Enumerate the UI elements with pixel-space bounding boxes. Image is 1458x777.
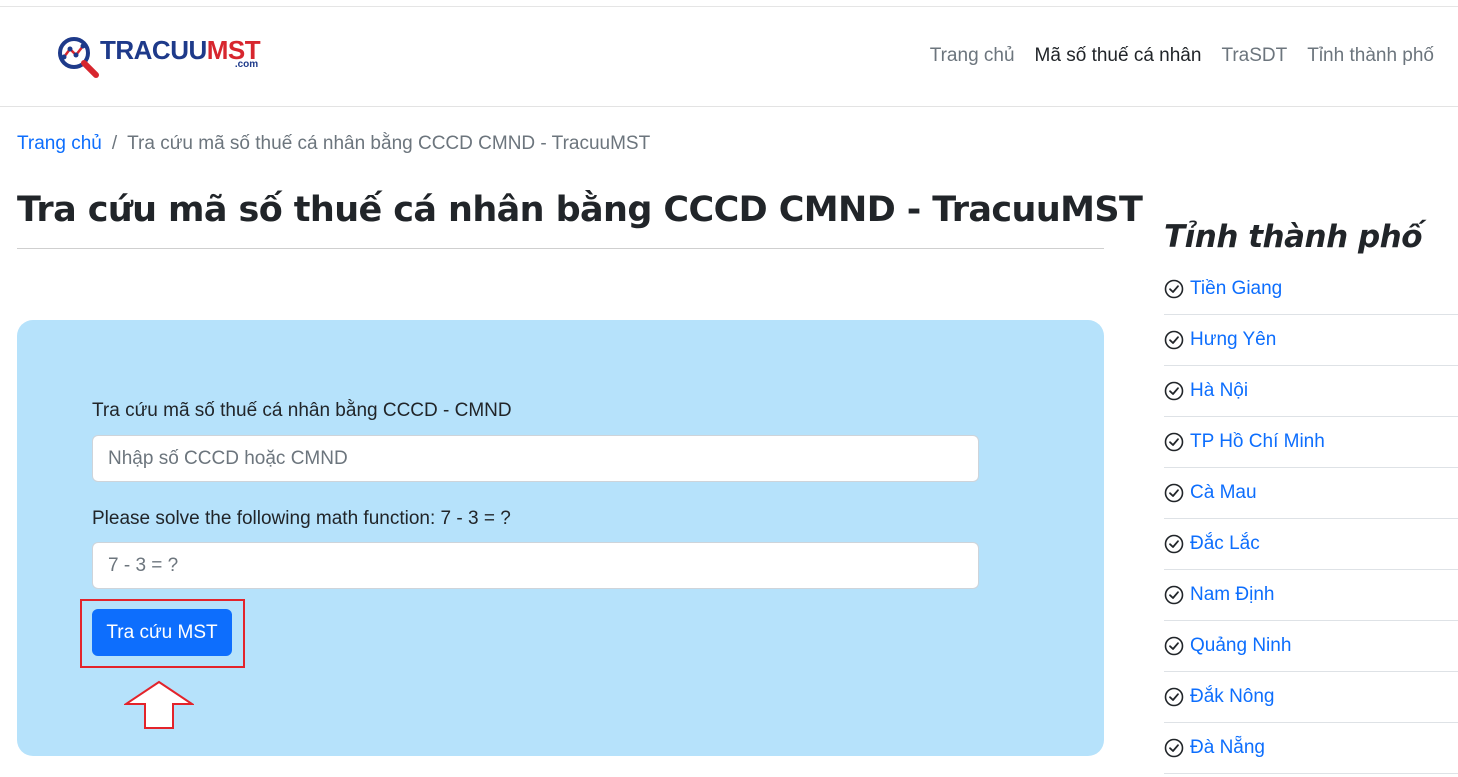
province-link[interactable]: Đắc Lắc (1190, 533, 1260, 555)
logo-wordmark: TRACUUMST .com (100, 35, 261, 70)
province-link[interactable]: Hà Nội (1190, 380, 1248, 402)
page-title: Tra cứu mã số thuế cá nhân bằng CCCD CMN… (17, 190, 1143, 230)
site-logo[interactable]: TRACUUMST .com (56, 35, 261, 79)
province-item[interactable]: Cà Mau (1164, 468, 1458, 519)
sidebar-title: Tỉnh thành phố (1164, 219, 1423, 255)
province-item[interactable]: Nam Định (1164, 570, 1458, 621)
site-header: TRACUUMST .com Trang chủ Mã số thuế cá n… (0, 7, 1458, 107)
province-link[interactable]: Hưng Yên (1190, 329, 1276, 351)
check-circle-icon (1164, 738, 1184, 758)
province-link[interactable]: TP Hồ Chí Minh (1190, 431, 1325, 453)
nav-item-home[interactable]: Trang chủ (920, 41, 1025, 71)
province-item[interactable]: Tiền Giang (1164, 264, 1458, 315)
province-item[interactable]: Quảng Ninh (1164, 621, 1458, 672)
province-item[interactable]: Đắk Nông (1164, 672, 1458, 723)
main-nav: Trang chủ Mã số thuế cá nhân TraSDT Tỉnh… (920, 41, 1444, 71)
province-item[interactable]: TP Hồ Chí Minh (1164, 417, 1458, 468)
captcha-label: Please solve the following math function… (92, 508, 511, 529)
province-item[interactable]: Đà Nẵng (1164, 723, 1458, 774)
province-item[interactable]: Hà Nội (1164, 366, 1458, 417)
logo-text-domain: .com (234, 59, 259, 70)
check-circle-icon (1164, 381, 1184, 401)
check-circle-icon (1164, 432, 1184, 452)
captcha-input[interactable] (92, 542, 979, 589)
nav-item-trasdt[interactable]: TraSDT (1211, 41, 1297, 71)
province-list: Tiền Giang Hưng Yên Hà Nội TP Hồ Chí Min… (1164, 264, 1458, 774)
magnifier-chart-icon (58, 37, 99, 78)
check-circle-icon (1164, 483, 1184, 503)
logo-text-tracuu: TRACUU (100, 35, 207, 65)
province-link[interactable]: Đắk Nông (1190, 686, 1275, 708)
breadcrumb-current: Tra cứu mã số thuế cá nhân bằng CCCD CMN… (127, 133, 651, 154)
breadcrumb-separator: / (111, 133, 118, 154)
nav-item-provinces[interactable]: Tỉnh thành phố (1297, 41, 1444, 71)
check-circle-icon (1164, 534, 1184, 554)
id-number-input[interactable] (92, 435, 979, 482)
up-arrow-icon (124, 680, 194, 729)
province-link[interactable]: Nam Định (1190, 584, 1274, 606)
check-circle-icon (1164, 636, 1184, 656)
lookup-tax-id-button[interactable]: Tra cứu MST (92, 609, 232, 656)
check-circle-icon (1164, 279, 1184, 299)
province-link[interactable]: Đà Nẵng (1190, 737, 1265, 759)
province-link[interactable]: Cà Mau (1190, 482, 1257, 504)
province-item[interactable]: Đắc Lắc (1164, 519, 1458, 570)
breadcrumb: Trang chủ / Tra cứu mã số thuế cá nhân b… (17, 131, 650, 157)
nav-item-personal-tax-id[interactable]: Mã số thuế cá nhân (1025, 41, 1212, 71)
id-number-label: Tra cứu mã số thuế cá nhân bằng CCCD - C… (92, 400, 512, 421)
title-divider (17, 248, 1104, 249)
check-circle-icon (1164, 330, 1184, 350)
province-link[interactable]: Tiền Giang (1190, 278, 1282, 300)
check-circle-icon (1164, 585, 1184, 605)
province-link[interactable]: Quảng Ninh (1190, 635, 1291, 657)
breadcrumb-home-link[interactable]: Trang chủ (17, 131, 102, 157)
check-circle-icon (1164, 687, 1184, 707)
province-item[interactable]: Hưng Yên (1164, 315, 1458, 366)
